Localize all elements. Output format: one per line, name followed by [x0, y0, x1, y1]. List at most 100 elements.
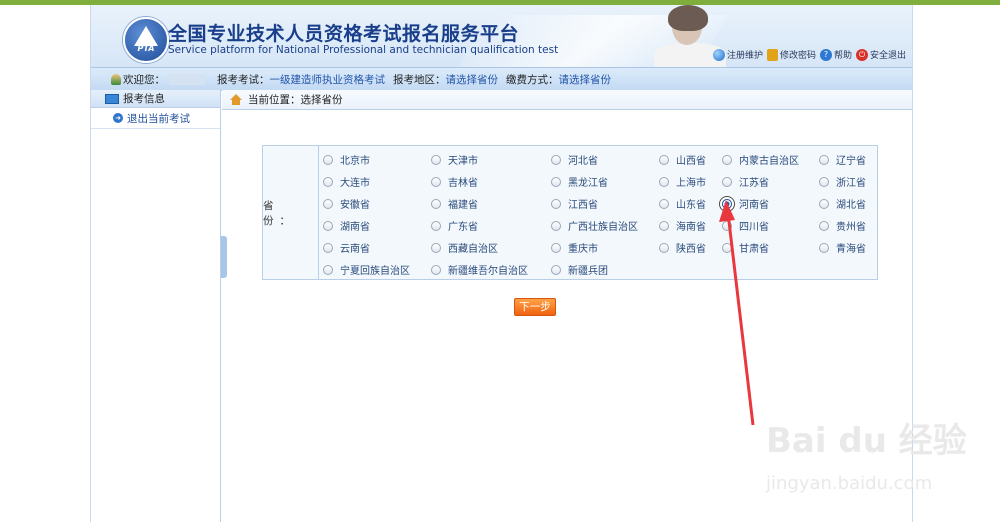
province-label-text: 上海市 — [676, 178, 706, 189]
next-button[interactable]: 下一步 — [514, 298, 556, 316]
radio-button[interactable] — [323, 264, 333, 275]
radio-button[interactable] — [551, 242, 561, 253]
province-label-text: 湖北省 — [836, 200, 866, 211]
province-option[interactable]: 上海市 — [659, 174, 706, 189]
radio-button[interactable] — [551, 264, 561, 275]
province-option[interactable]: 贵州省 — [819, 218, 866, 233]
radio-button[interactable] — [722, 154, 732, 165]
province-label-text: 安徽省 — [340, 200, 370, 211]
province-option[interactable]: 青海省 — [819, 240, 866, 255]
province-option[interactable]: 安徽省 — [323, 196, 370, 211]
province-option[interactable]: 广西壮族自治区 — [551, 218, 638, 233]
province-option[interactable]: 山东省 — [659, 196, 706, 211]
province-label-text: 江苏省 — [739, 178, 769, 189]
radio-button[interactable] — [722, 176, 732, 187]
help-link[interactable]: ? 帮助 — [819, 48, 852, 61]
province-option[interactable]: 浙江省 — [819, 174, 866, 189]
radio-button[interactable] — [819, 154, 829, 165]
province-option[interactable]: 天津市 — [431, 152, 478, 167]
province-option[interactable]: 江苏省 — [722, 174, 769, 189]
radio-button[interactable] — [431, 242, 441, 253]
radio-button[interactable] — [819, 220, 829, 231]
radio-button[interactable] — [722, 198, 732, 209]
province-option[interactable]: 甘肃省 — [722, 240, 769, 255]
radio-button[interactable] — [323, 220, 333, 231]
province-label-text: 新疆维吾尔自治区 — [448, 266, 528, 277]
radio-button[interactable] — [431, 154, 441, 165]
province-option[interactable]: 大连市 — [323, 174, 370, 189]
province-option[interactable]: 湖北省 — [819, 196, 866, 211]
radio-button[interactable] — [431, 220, 441, 231]
province-option[interactable]: 四川省 — [722, 218, 769, 233]
radio-button[interactable] — [323, 198, 333, 209]
exam-label: 报考考试： — [217, 73, 270, 86]
radio-button[interactable] — [722, 242, 732, 253]
radio-button[interactable] — [323, 176, 333, 187]
site-subtitle: Service platform for National Profession… — [168, 44, 559, 56]
sidebar-header: 报考信息 — [91, 90, 220, 108]
province-option[interactable]: 福建省 — [431, 196, 478, 211]
province-label-text: 广西壮族自治区 — [568, 222, 638, 233]
radio-button[interactable] — [323, 242, 333, 253]
province-label-text: 黑龙江省 — [568, 178, 608, 189]
radio-button[interactable] — [551, 198, 561, 209]
change-password-link[interactable]: 修改密码 — [766, 48, 816, 61]
province-option[interactable]: 黑龙江省 — [551, 174, 608, 189]
logout-link[interactable]: ⏻ 安全退出 — [855, 48, 906, 61]
logo-text: PTA — [137, 44, 155, 53]
province-option[interactable]: 河北省 — [551, 152, 598, 167]
radio-button[interactable] — [551, 154, 561, 165]
province-option[interactable]: 宁夏回族自治区 — [323, 262, 410, 277]
radio-button[interactable] — [659, 242, 669, 253]
province-label-text: 浙江省 — [836, 178, 866, 189]
province-label-text: 四川省 — [739, 222, 769, 233]
radio-button[interactable] — [431, 198, 441, 209]
province-option[interactable]: 新疆兵团 — [551, 262, 608, 277]
lock-icon — [766, 48, 778, 61]
sidebar-item-exit-exam[interactable]: ➜ 退出当前考试 — [91, 108, 220, 129]
home-icon — [230, 93, 242, 105]
radio-button[interactable] — [819, 176, 829, 187]
sidebar-header-label: 报考信息 — [123, 93, 165, 105]
watermark-sub: jingyan.baidu.com — [766, 473, 933, 494]
radio-button[interactable] — [659, 154, 669, 165]
province-option[interactable]: 辽宁省 — [819, 152, 866, 167]
arrow-right-icon: ➜ — [113, 113, 123, 123]
province-label-text: 重庆市 — [568, 244, 598, 255]
province-option[interactable]: 云南省 — [323, 240, 370, 255]
mail-icon — [105, 93, 119, 104]
province-option[interactable]: 内蒙古自治区 — [722, 152, 799, 167]
province-label-text: 山东省 — [676, 200, 706, 211]
province-option[interactable]: 江西省 — [551, 196, 598, 211]
province-label-text: 河南省 — [739, 200, 769, 211]
radio-button[interactable] — [659, 198, 669, 209]
province-label-text: 甘肃省 — [739, 244, 769, 255]
province-label-text: 天津市 — [448, 156, 478, 167]
globe-icon — [712, 48, 725, 61]
radio-button[interactable] — [659, 176, 669, 187]
province-option[interactable]: 吉林省 — [431, 174, 478, 189]
radio-button[interactable] — [551, 176, 561, 187]
radio-button[interactable] — [722, 220, 732, 231]
province-label-text: 新疆兵团 — [568, 266, 608, 277]
province-option[interactable]: 新疆维吾尔自治区 — [431, 262, 528, 277]
province-option[interactable]: 山西省 — [659, 152, 706, 167]
register-maintain-link[interactable]: 注册维护 — [712, 48, 763, 61]
radio-button[interactable] — [431, 264, 441, 275]
province-option[interactable]: 陕西省 — [659, 240, 706, 255]
radio-button[interactable] — [819, 242, 829, 253]
province-option[interactable]: 湖南省 — [323, 218, 370, 233]
province-option[interactable]: 海南省 — [659, 218, 706, 233]
province-option[interactable]: 广东省 — [431, 218, 478, 233]
province-option[interactable]: 西藏自治区 — [431, 240, 498, 255]
province-label-text: 西藏自治区 — [448, 244, 498, 255]
radio-button[interactable] — [819, 198, 829, 209]
radio-button[interactable] — [431, 176, 441, 187]
province-option[interactable]: 重庆市 — [551, 240, 598, 255]
radio-button[interactable] — [659, 220, 669, 231]
radio-button[interactable] — [323, 154, 333, 165]
logout-label: 安全退出 — [869, 51, 906, 61]
province-option[interactable]: 北京市 — [323, 152, 370, 167]
province-option[interactable]: 河南省 — [722, 196, 769, 211]
radio-button[interactable] — [551, 220, 561, 231]
